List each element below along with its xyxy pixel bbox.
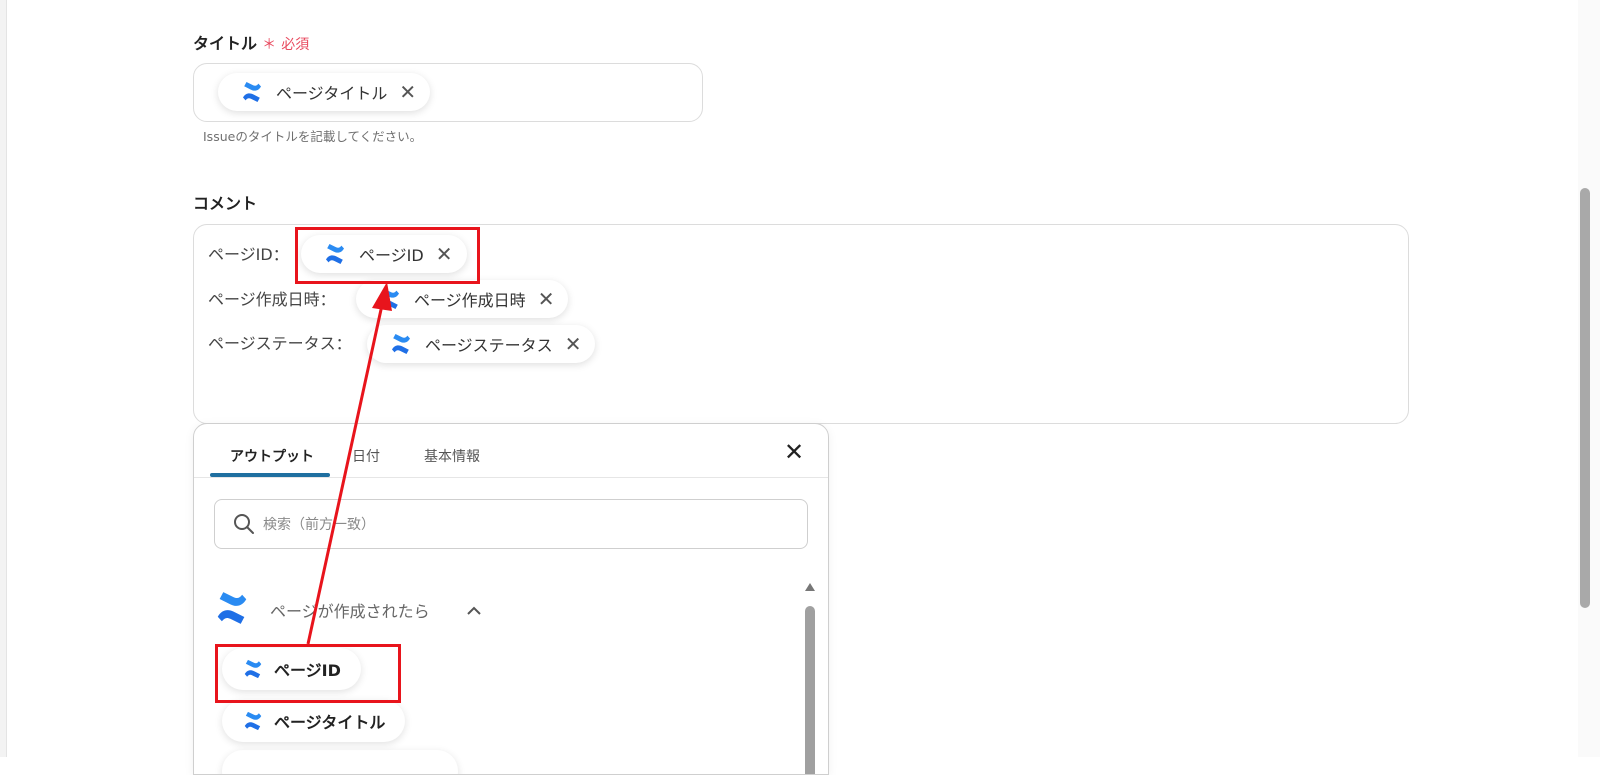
- annotation-arrow: [306, 282, 392, 645]
